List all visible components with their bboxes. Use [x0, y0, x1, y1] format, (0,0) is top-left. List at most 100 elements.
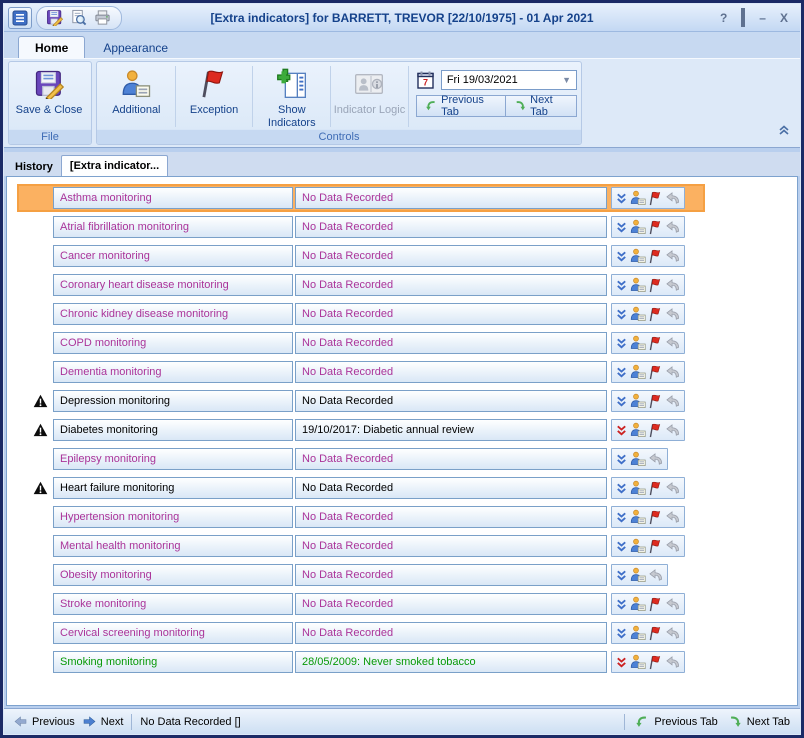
- help-button[interactable]: ?: [720, 12, 727, 24]
- previous-tab-button-status[interactable]: Previous Tab: [635, 715, 717, 729]
- additional-info-icon[interactable]: [630, 277, 646, 293]
- minimize-button[interactable]: –: [759, 12, 766, 24]
- indicator-value[interactable]: No Data Recorded: [295, 187, 607, 209]
- indicator-value[interactable]: 28/05/2009: Never smoked tobacco: [295, 651, 607, 673]
- expand-chevron-icon[interactable]: [615, 569, 628, 582]
- next-tab-button-status[interactable]: Next Tab: [728, 715, 790, 729]
- restore-button[interactable]: [741, 12, 745, 24]
- expand-chevron-icon[interactable]: [615, 511, 628, 524]
- indicator-name[interactable]: Heart failure monitoring: [53, 477, 293, 499]
- expand-chevron-icon[interactable]: [615, 308, 628, 321]
- additional-info-icon[interactable]: [630, 567, 646, 583]
- additional-info-icon[interactable]: [630, 480, 646, 496]
- indicator-row[interactable]: Chronic kidney disease monitoring No Dat…: [19, 302, 703, 326]
- additional-info-icon[interactable]: [630, 596, 646, 612]
- indicator-row[interactable]: COPD monitoring No Data Recorded: [19, 331, 703, 355]
- exception-button[interactable]: Exception: [177, 64, 252, 129]
- indicator-row[interactable]: Depression monitoring No Data Recorded: [19, 389, 703, 413]
- indicator-row[interactable]: Hypertension monitoring No Data Recorded: [19, 505, 703, 529]
- expand-chevron-icon[interactable]: [615, 540, 628, 553]
- indicator-name[interactable]: Depression monitoring: [53, 390, 293, 412]
- additional-info-icon[interactable]: [630, 219, 646, 235]
- indicator-name[interactable]: Stroke monitoring: [53, 593, 293, 615]
- additional-button[interactable]: Additional: [99, 64, 174, 129]
- tab-history[interactable]: History: [7, 157, 61, 176]
- exception-flag-icon[interactable]: [648, 191, 663, 206]
- date-picker[interactable]: Fri 19/03/2021 ▼: [441, 70, 577, 90]
- expand-chevron-icon[interactable]: [615, 395, 628, 408]
- indicator-value[interactable]: No Data Recorded: [295, 390, 607, 412]
- indicator-value[interactable]: No Data Recorded: [295, 477, 607, 499]
- expand-chevron-icon[interactable]: [615, 482, 628, 495]
- indicator-row[interactable]: Epilepsy monitoring No Data Recorded: [19, 447, 703, 471]
- indicator-name[interactable]: Hypertension monitoring: [53, 506, 293, 528]
- exception-flag-icon[interactable]: [648, 655, 663, 670]
- expand-chevron-icon[interactable]: [615, 453, 628, 466]
- indicator-name[interactable]: Atrial fibrillation monitoring: [53, 216, 293, 238]
- additional-info-icon[interactable]: [630, 451, 646, 467]
- additional-info-icon[interactable]: [630, 422, 646, 438]
- exception-flag-icon[interactable]: [648, 423, 663, 438]
- exception-flag-icon[interactable]: [648, 278, 663, 293]
- indicator-value[interactable]: No Data Recorded: [295, 506, 607, 528]
- indicator-value[interactable]: 19/10/2017: Diabetic annual review: [295, 419, 607, 441]
- indicator-value[interactable]: No Data Recorded: [295, 535, 607, 557]
- print-button[interactable]: [93, 9, 111, 27]
- expand-chevron-icon[interactable]: [615, 337, 628, 350]
- indicator-name[interactable]: Diabetes monitoring: [53, 419, 293, 441]
- collapse-ribbon-button[interactable]: [778, 123, 790, 141]
- indicator-name[interactable]: Obesity monitoring: [53, 564, 293, 586]
- next-tab-button[interactable]: Next Tab: [506, 95, 577, 117]
- expand-chevron-icon[interactable]: [615, 279, 628, 292]
- indicator-row[interactable]: Mental health monitoring No Data Recorde…: [19, 534, 703, 558]
- exception-flag-icon[interactable]: [648, 481, 663, 496]
- next-button[interactable]: Next: [83, 716, 124, 728]
- indicator-name[interactable]: COPD monitoring: [53, 332, 293, 354]
- indicator-name[interactable]: Mental health monitoring: [53, 535, 293, 557]
- additional-info-icon[interactable]: [630, 190, 646, 206]
- indicator-value[interactable]: No Data Recorded: [295, 216, 607, 238]
- expand-chevron-icon[interactable]: [615, 221, 628, 234]
- indicator-row[interactable]: Coronary heart disease monitoring No Dat…: [19, 273, 703, 297]
- indicator-value[interactable]: No Data Recorded: [295, 448, 607, 470]
- exception-flag-icon[interactable]: [648, 597, 663, 612]
- exception-flag-icon[interactable]: [648, 394, 663, 409]
- save-button[interactable]: [45, 9, 63, 27]
- indicator-row[interactable]: Obesity monitoring No Data Recorded: [19, 563, 703, 587]
- indicator-row[interactable]: Dementia monitoring No Data Recorded: [19, 360, 703, 384]
- indicator-row[interactable]: Cancer monitoring No Data Recorded: [19, 244, 703, 268]
- indicator-name[interactable]: Coronary heart disease monitoring: [53, 274, 293, 296]
- expand-chevron-icon[interactable]: [615, 424, 628, 437]
- exception-flag-icon[interactable]: [648, 539, 663, 554]
- additional-info-icon[interactable]: [630, 538, 646, 554]
- close-button[interactable]: X: [780, 12, 788, 24]
- ribbon-tab-appearance[interactable]: Appearance: [87, 37, 184, 58]
- indicator-row[interactable]: Stroke monitoring No Data Recorded: [19, 592, 703, 616]
- indicator-row[interactable]: Smoking monitoring 28/05/2009: Never smo…: [19, 650, 703, 674]
- exception-flag-icon[interactable]: [648, 220, 663, 235]
- additional-info-icon[interactable]: [630, 335, 646, 351]
- previous-button[interactable]: Previous: [14, 716, 75, 728]
- exception-flag-icon[interactable]: [648, 307, 663, 322]
- indicator-row[interactable]: Atrial fibrillation monitoring No Data R…: [19, 215, 703, 239]
- indicator-name[interactable]: Chronic kidney disease monitoring: [53, 303, 293, 325]
- indicator-name[interactable]: Smoking monitoring: [53, 651, 293, 673]
- indicator-name[interactable]: Asthma monitoring: [53, 187, 293, 209]
- additional-info-icon[interactable]: [630, 625, 646, 641]
- indicator-value[interactable]: No Data Recorded: [295, 303, 607, 325]
- tab-extra-indicator[interactable]: [Extra indicator...: [61, 155, 168, 176]
- exception-flag-icon[interactable]: [648, 510, 663, 525]
- additional-info-icon[interactable]: [630, 509, 646, 525]
- exception-flag-icon[interactable]: [648, 626, 663, 641]
- exception-flag-icon[interactable]: [648, 365, 663, 380]
- indicator-row[interactable]: Heart failure monitoring No Data Recorde…: [19, 476, 703, 500]
- indicator-value[interactable]: No Data Recorded: [295, 622, 607, 644]
- show-indicators-button[interactable]: Show Indicators: [254, 64, 329, 129]
- expand-chevron-icon[interactable]: [615, 192, 628, 205]
- expand-chevron-icon[interactable]: [615, 250, 628, 263]
- indicator-value[interactable]: No Data Recorded: [295, 274, 607, 296]
- indicator-value[interactable]: No Data Recorded: [295, 593, 607, 615]
- additional-info-icon[interactable]: [630, 306, 646, 322]
- indicator-row[interactable]: Asthma monitoring No Data Recorded: [19, 186, 703, 210]
- indicator-name[interactable]: Epilepsy monitoring: [53, 448, 293, 470]
